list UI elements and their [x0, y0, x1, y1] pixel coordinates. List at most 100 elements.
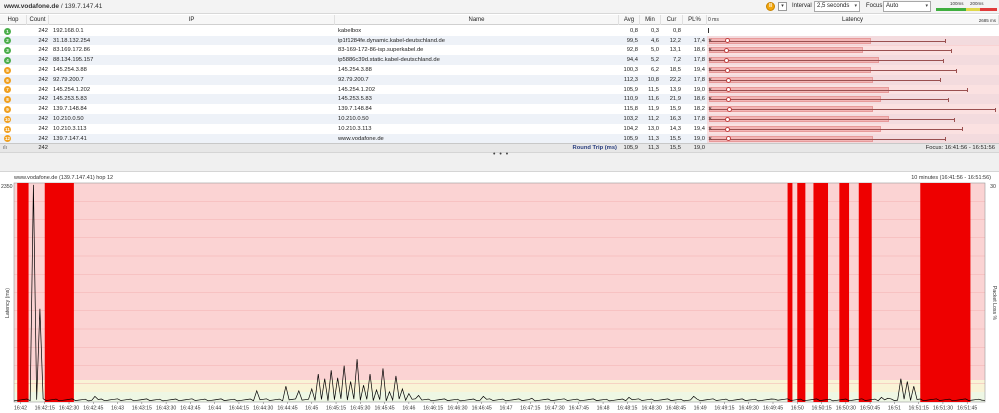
min-cell: 11,2 — [648, 116, 659, 122]
pl-cell: 17,4 — [693, 37, 705, 44]
col-cur[interactable]: Cur — [661, 15, 683, 25]
table-row[interactable]: 9 242 139.7.148.84 139.7.148.84 115,8 11,9 15,… — [0, 104, 999, 115]
hop-number: 4 — [6, 57, 9, 63]
cur-cell: 22,2 — [669, 76, 681, 83]
x-tick-label: 16:49:45 — [763, 406, 783, 412]
splitter[interactable]: • • • — [0, 151, 999, 172]
latency-cell: ✕ — [707, 84, 999, 95]
col-min[interactable]: Min — [640, 15, 661, 25]
graph-range: 10 minutes (16:41:56 - 16:51:56) — [911, 175, 991, 181]
ip-cell: 139.7.148.84 — [53, 106, 87, 113]
ip-cell: 83.169.172.86 — [53, 47, 91, 54]
x-tick-label: 16:46:15 — [423, 406, 443, 412]
x-tick-label: 16:51:45 — [957, 406, 977, 412]
x-tick-label: 16:50:30 — [836, 406, 856, 412]
pl-cell: 18,6 — [693, 47, 705, 54]
pause-icon[interactable]: II — [766, 2, 775, 11]
table-row[interactable]: 8 242 145.253.5.83 145.253.5.83 110,9 11,6 21,… — [0, 94, 999, 105]
x-tick-label: 16:44 — [208, 406, 221, 412]
loss-marker-icon: ✕ — [708, 76, 713, 83]
focus-label: Focus — [866, 3, 883, 9]
latency-whisker — [709, 40, 946, 42]
latency-whisker — [709, 119, 955, 120]
avg-cell: 100,3 — [623, 67, 638, 73]
col-count[interactable]: Count — [27, 15, 49, 25]
count-cell: 242 — [38, 116, 48, 122]
packet-loss-bar — [787, 183, 793, 402]
pl-cell: 19,4 — [693, 125, 705, 132]
table-row[interactable]: 10 242 10.210.0.50 10.210.0.50 103,2 11,2 16,3… — [0, 114, 999, 124]
col-name[interactable]: Name — [335, 15, 619, 25]
table-row[interactable]: 4 242 88.134.195.157 ip5886c39d.static.kabe… — [0, 55, 999, 66]
x-tick-label: 16:44:15 — [229, 406, 249, 412]
hop-status-icon: 10 — [4, 115, 11, 123]
latency-whisker-cap — [945, 137, 947, 142]
x-tick-label: 16:45 — [305, 406, 318, 412]
interval-select[interactable]: 2,5 seconds ▾ — [814, 1, 860, 12]
grip-icon[interactable]: • • • — [493, 151, 509, 158]
table-row[interactable]: 6 242 92.79.200.7 92.79.200.7 112,3 10,8 22,2 1… — [0, 74, 999, 85]
latency-whisker — [709, 50, 951, 52]
latency-cell: ✕ — [707, 65, 999, 75]
latency-cell: ✕ — [707, 45, 999, 56]
y-axis-label-right: Packet Loss % — [991, 286, 997, 321]
col-pl[interactable]: PL% — [683, 15, 707, 25]
name-cell: ip5886c39d.static.kabel-deutschland.de — [338, 57, 440, 64]
avg-cell: 112,3 — [623, 76, 638, 83]
legend-red-bar — [980, 8, 997, 11]
cur-cell: 13,9 — [669, 86, 681, 93]
chevron-down-icon[interactable]: ▾ — [778, 2, 787, 11]
count-cell: 242 — [38, 125, 48, 132]
avg-cell: 104,2 — [623, 125, 638, 132]
graph-title: www.vodafone.de (139.7.147.41) hop 12 — [14, 175, 114, 181]
x-tick-label: 16:50 — [791, 406, 804, 412]
min-cell: 11,9 — [648, 106, 659, 113]
x-tick-label: 16:44:30 — [253, 406, 273, 412]
col-ip[interactable]: IP — [49, 15, 335, 25]
title-host: www.vodafone.de — [4, 3, 60, 10]
table-row[interactable]: 12 242 139.7.147.41 www.vodafone.de 105,9 11,… — [0, 133, 999, 144]
toolbar: www.vodafone.de / 139.7.147.41 II ▾ Inte… — [0, 0, 999, 14]
col-latency[interactable]: 0 ms Latency 2685 ms — [707, 15, 999, 25]
x-tick-label: 16:50:15 — [811, 406, 831, 412]
avg-marker-icon — [724, 67, 730, 73]
focus-select[interactable]: Auto ▾ — [883, 1, 931, 12]
latency-whisker-cap — [945, 39, 947, 44]
hop-number: 6 — [6, 77, 9, 83]
hop-number: 1 — [6, 28, 9, 34]
packet-loss-bar — [797, 183, 806, 402]
x-tick-label: 16:47 — [499, 406, 512, 412]
min-cell: 6,2 — [650, 67, 659, 73]
cur-cell: 14,3 — [669, 125, 681, 132]
cur-cell: 16,3 — [669, 116, 681, 122]
loss-marker-icon: ✕ — [708, 86, 713, 93]
table-row[interactable]: 3 242 83.169.172.86 83-169-172-86-isp.super… — [0, 45, 999, 56]
hop-number: 2 — [6, 38, 9, 44]
count-cell: 242 — [38, 37, 48, 44]
legend-yellow-bar — [966, 8, 980, 11]
table-row[interactable]: 2 242 31.18.132.254 ip1f1284fe.dynamic.kabe… — [0, 35, 999, 46]
name-cell: 92.79.200.7 — [338, 76, 369, 83]
x-tick-label: 16:45:45 — [374, 406, 394, 412]
table-row[interactable]: 11 242 10.210.3.113 10.210.3.113 104,2 13,0 14… — [0, 123, 999, 134]
x-tick-label: 16:43:30 — [156, 406, 176, 412]
y-top-left-label: 2350 — [1, 184, 13, 190]
hop-status-icon: 5 — [4, 66, 11, 74]
table-row[interactable]: 7 242 145.254.1.202 145.254.1.202 105,9 11,5 1… — [0, 84, 999, 95]
hop-number: 9 — [6, 106, 9, 112]
latency-whisker — [709, 89, 968, 91]
name-cell: 145.254.3.88 — [338, 67, 372, 73]
count-cell: 242 — [38, 27, 48, 34]
min-cell: 5,2 — [650, 57, 659, 64]
min-cell: 11,6 — [648, 96, 659, 103]
col-hop[interactable]: Hop — [0, 15, 27, 25]
interval-label: Interval — [792, 3, 812, 9]
col-avg[interactable]: Avg — [619, 15, 640, 25]
chevron-down-icon: ▾ — [925, 3, 928, 9]
table-row[interactable]: 5 242 145.254.3.88 145.254.3.88 100,3 6,2 18,5… — [0, 65, 999, 75]
hop-number: 7 — [6, 87, 9, 93]
table-row[interactable]: 1 242 192.168.0.1 kabelbox 0,8 0,3 0,8 — [0, 26, 999, 36]
ip-cell: 10.210.0.50 — [53, 116, 84, 122]
x-tick-label: 16:43:15 — [132, 406, 152, 412]
pl-cell — [683, 26, 705, 36]
